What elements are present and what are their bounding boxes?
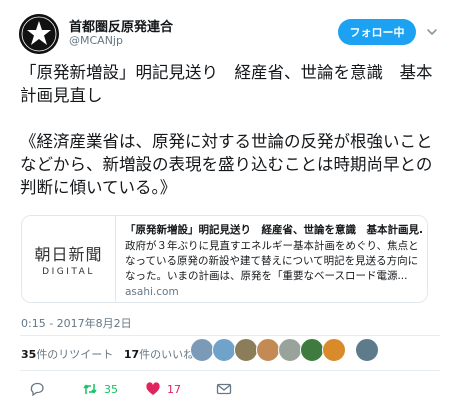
like-stat-number: 17	[123, 348, 140, 361]
avatar[interactable]	[278, 338, 302, 362]
avatar[interactable]	[322, 338, 346, 362]
avatar[interactable]	[212, 338, 236, 362]
divider	[20, 335, 440, 336]
like-count: 17	[167, 382, 181, 396]
avatar[interactable]	[300, 338, 324, 362]
like-stat[interactable]: 17件のいいね	[124, 348, 194, 361]
display-name[interactable]: 首都圏反原発連合	[69, 16, 173, 35]
logo-text-en: DIGITAL	[42, 267, 95, 277]
retweet-icon	[83, 384, 97, 394]
tweet-actions: 35 17	[20, 381, 440, 399]
like-stat-label: 件のいいね	[139, 348, 195, 361]
avatar[interactable]	[190, 338, 214, 362]
retweet-button[interactable]: 35	[82, 381, 118, 397]
retweet-stat[interactable]: 35件のリツイート	[21, 348, 113, 361]
tweet-quote: 《経済産業省は、原発に対する世論の反発が根強いことなどから、新増設の表現を盛り込…	[20, 132, 433, 197]
user-handle[interactable]: @MCANjp	[69, 34, 123, 47]
follow-button[interactable]: フォロー中	[338, 19, 416, 45]
avatar[interactable]	[19, 14, 59, 54]
reply-button[interactable]	[29, 381, 45, 397]
envelope-icon	[216, 383, 232, 395]
tweet-text: 「原発新増設」明記見送り 経産省、世論を意識 基本計画見直し 《経済産業省は、原…	[20, 61, 440, 199]
asahi-logo: 朝日新聞 DIGITAL	[22, 216, 116, 302]
timestamp[interactable]: 0:15 - 2017年8月2日	[21, 315, 132, 331]
card-description: 政府が３年ぶりに見直すエネルギー基本計画をめぐり、焦点となっている原発の新設や建…	[125, 240, 419, 282]
card-body: 「原発新増設」明記見送り 経産省、世論を意識 基本計画見... 政府が３年ぶりに…	[125, 222, 423, 298]
chevron-down-icon[interactable]	[425, 25, 439, 39]
avatar[interactable]	[355, 338, 379, 362]
logo-text-jp: 朝日新聞	[34, 245, 103, 264]
retweet-stat-number: 35	[21, 348, 37, 361]
card-domain: asahi.com	[125, 286, 179, 298]
reply-icon	[30, 382, 44, 397]
retweet-count: 35	[104, 382, 118, 396]
link-card[interactable]: 朝日新聞 DIGITAL 「原発新増設」明記見送り 経産省、世論を意識 基本計画…	[21, 215, 428, 303]
avatar[interactable]	[256, 338, 280, 362]
direct-message-button[interactable]	[216, 381, 232, 397]
engagement-stats: 35件のリツイート 17件のいいね	[21, 346, 194, 362]
star-logo-icon	[19, 14, 59, 54]
retweet-stat-label: 件のリツイート	[36, 348, 114, 361]
card-title: 「原発新増設」明記見送り 経産省、世論を意識 基本計画見...	[125, 224, 423, 236]
divider	[20, 370, 440, 371]
like-button[interactable]: 17	[145, 381, 181, 397]
tweet-headline: 「原発新増設」明記見送り 経産省、世論を意識 基本計画見直し	[20, 63, 433, 105]
avatar[interactable]	[234, 338, 258, 362]
heart-icon	[146, 382, 160, 395]
